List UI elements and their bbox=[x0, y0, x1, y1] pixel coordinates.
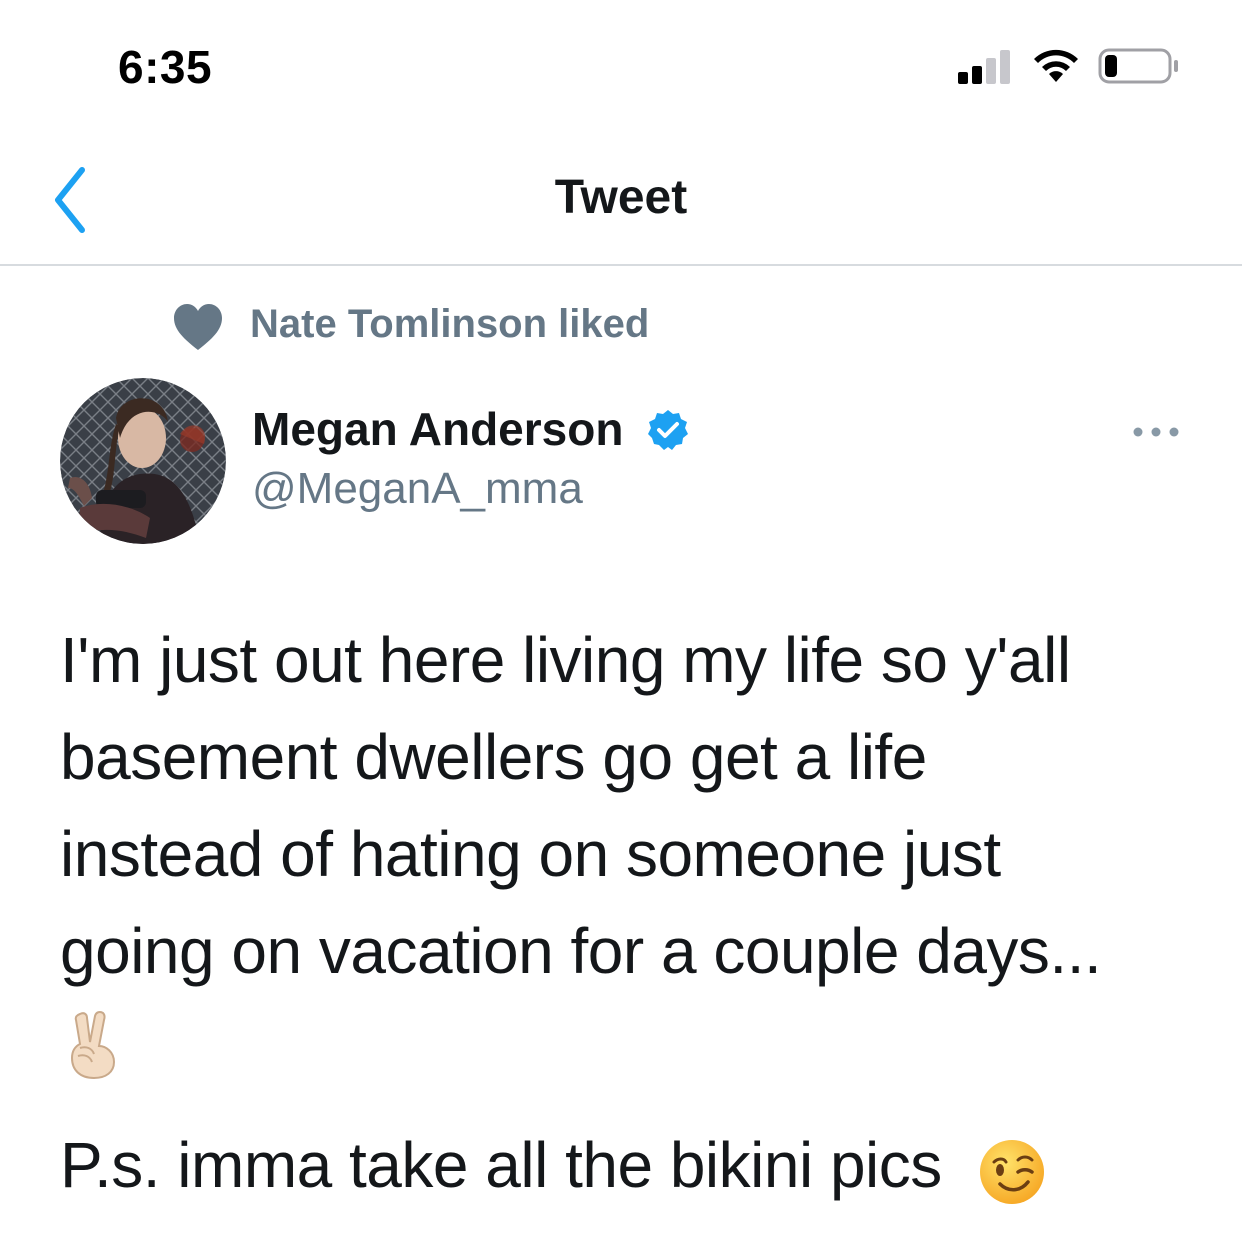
verified-badge-icon bbox=[648, 410, 688, 450]
more-options-icon bbox=[1133, 427, 1179, 437]
social-context-text: Nate Tomlinson liked bbox=[250, 302, 650, 346]
tweet-text-line: I'm just out here living my life so y'al… bbox=[60, 624, 1071, 696]
battery-icon bbox=[1098, 48, 1178, 84]
tweet-text: I'm just out here living my life so y'al… bbox=[60, 612, 1190, 1000]
tweet-text-line: basement dwellers go get a life bbox=[60, 721, 927, 793]
author-name[interactable]: Megan Anderson bbox=[252, 402, 623, 456]
cellular-signal-icon bbox=[958, 50, 1010, 84]
status-time: 6:35 bbox=[118, 41, 213, 93]
avatar[interactable] bbox=[60, 378, 226, 544]
tweet-text-line: instead of hating on someone just bbox=[60, 818, 1001, 890]
author-handle[interactable]: @MeganA_mma bbox=[252, 464, 583, 514]
avatar-illustration bbox=[60, 378, 226, 544]
battery-level-fill bbox=[1105, 55, 1117, 77]
winking-face-emoji bbox=[980, 1140, 1044, 1204]
more-options-button[interactable] bbox=[1128, 412, 1184, 452]
tweet-text-line: going on vacation for a couple days... bbox=[60, 915, 1102, 987]
page-title: Tweet bbox=[554, 171, 688, 224]
nav-bar: Tweet bbox=[0, 120, 1242, 266]
tweet-postscript: P.s. imma take all the bikini pics bbox=[60, 1129, 942, 1201]
heart-icon bbox=[174, 304, 222, 350]
victory-hand-emoji bbox=[70, 1011, 116, 1080]
status-bar: 6:35 bbox=[0, 0, 1242, 120]
wifi-icon bbox=[1034, 49, 1078, 82]
